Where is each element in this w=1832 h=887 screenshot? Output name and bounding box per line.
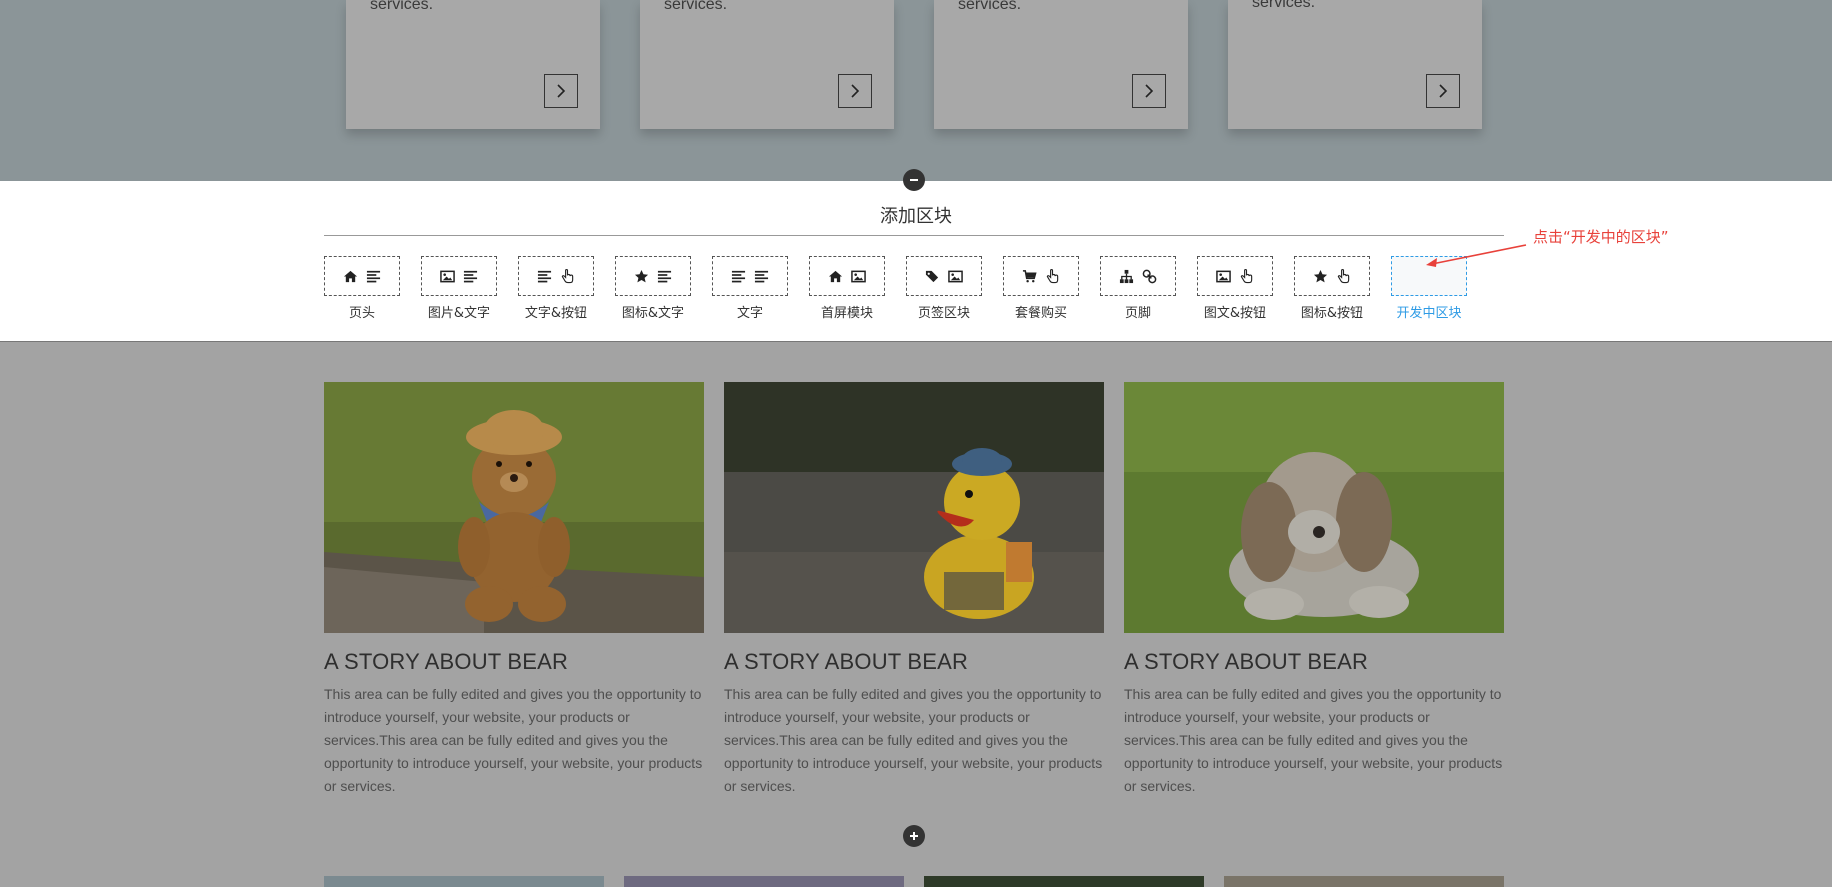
block-option-hero[interactable]: 首屏模块 (808, 256, 886, 321)
story-image-duck (724, 382, 1104, 633)
block-option-icon-button[interactable]: 图标&按钮 (1293, 256, 1371, 321)
cart-icon (1022, 269, 1037, 282)
service-card-text: services. (370, 0, 434, 13)
service-card-text: services. (1252, 0, 1316, 11)
align-left-icon (657, 270, 672, 282)
add-block-button[interactable] (903, 825, 925, 847)
service-card-next-button[interactable] (544, 74, 578, 108)
star-icon (1313, 269, 1328, 282)
service-card-text: services. (664, 0, 728, 13)
story-title: A STORY ABOUT BEAR (724, 649, 969, 674)
block-option-box[interactable] (1294, 256, 1370, 296)
story-card: A STORY ABOUT BEAR This area can be full… (724, 382, 1104, 798)
block-option-box[interactable] (1197, 256, 1273, 296)
star-icon (634, 269, 649, 282)
chevron-right-icon (1439, 84, 1448, 98)
hand-pointer-icon (1240, 268, 1253, 283)
block-option-text-button[interactable]: 文字&按钮 (517, 256, 595, 321)
annotation-arrow (1426, 244, 1527, 267)
divider (324, 235, 1504, 236)
story-card: A STORY ABOUT BEAR This area can be full… (324, 382, 704, 798)
thumbnail-image (324, 876, 604, 887)
block-option-label: 页头 (348, 306, 375, 321)
block-option-label: 首屏模块 (820, 306, 873, 321)
hand-pointer-icon (1337, 268, 1350, 283)
tags-icon (925, 270, 939, 282)
sitemap-icon (1119, 269, 1134, 283)
align-left-icon (754, 270, 769, 282)
align-left-icon (463, 270, 478, 282)
image-icon (948, 270, 963, 282)
align-left-icon (366, 270, 381, 282)
thumbnail-image (624, 876, 904, 887)
minus-circle-icon (910, 179, 918, 181)
block-option-box[interactable] (1100, 256, 1176, 296)
block-option-box[interactable] (1003, 256, 1079, 296)
block-option-footer[interactable]: 页脚 (1099, 256, 1177, 321)
thumbnail-image (1224, 876, 1504, 887)
block-option-header[interactable]: 页头 (323, 256, 401, 321)
block-option-label: 图标&文字 (621, 306, 685, 321)
block-option-label: 页签区块 (917, 306, 970, 321)
block-option-box[interactable] (712, 256, 788, 296)
home-icon (343, 270, 358, 282)
story-title: A STORY ABOUT BEAR (324, 649, 569, 674)
block-option-text[interactable]: 文字 (711, 256, 789, 321)
block-option-box[interactable] (421, 256, 497, 296)
thumbnail-image (924, 876, 1204, 887)
block-option-label: 图片&文字 (427, 306, 491, 321)
service-card-next-button[interactable] (1426, 74, 1460, 108)
image-icon (440, 270, 455, 282)
hand-pointer-icon (561, 268, 574, 283)
add-block-panel: 添加区块 页头 图片&文字 文字&按钮 图标&文字 文字 首屏模块 页签区块 套… (0, 181, 1832, 342)
block-option-box[interactable] (809, 256, 885, 296)
home-icon (828, 270, 843, 282)
story-body: This area can be fully edited and gives … (724, 686, 1103, 794)
block-option-image-button[interactable]: 图文&按钮 (1196, 256, 1274, 321)
block-option-tabs[interactable]: 页签区块 (905, 256, 983, 321)
block-option-label: 开发中区块 (1396, 306, 1462, 321)
block-option-box[interactable] (324, 256, 400, 296)
collapse-add-panel-button[interactable] (903, 169, 925, 191)
service-card-next-button[interactable] (1132, 74, 1166, 108)
block-option-box[interactable] (615, 256, 691, 296)
services-section: services. services. services. services. (0, 0, 1832, 181)
service-card-text: services. (958, 0, 1022, 13)
block-option-label: 套餐购买 (1014, 306, 1067, 321)
block-option-label: 文字 (736, 306, 763, 321)
block-option-box[interactable] (906, 256, 982, 296)
annotation-text: 点击“开发中的区块” (1533, 228, 1669, 246)
align-left-icon (731, 270, 746, 282)
service-card-next-button[interactable] (838, 74, 872, 108)
plus-circle-icon (910, 832, 918, 840)
block-option-icon-text[interactable]: 图标&文字 (614, 256, 692, 321)
story-image-dog (1124, 382, 1504, 633)
image-icon (1216, 270, 1231, 282)
chevron-right-icon (851, 84, 860, 98)
story-card: A STORY ABOUT BEAR This area can be full… (1124, 382, 1504, 798)
chevron-right-icon (1145, 84, 1154, 98)
service-card: services. (1228, 0, 1482, 129)
story-body: This area can be fully edited and gives … (1124, 686, 1503, 794)
story-image-bear (324, 382, 704, 633)
align-left-icon (537, 270, 552, 282)
service-card: services. (934, 0, 1188, 129)
block-option-label: 图标&按钮 (1300, 306, 1364, 321)
story-title: A STORY ABOUT BEAR (1124, 649, 1369, 674)
service-card: services. (640, 0, 894, 129)
story-body: This area can be fully edited and gives … (324, 686, 703, 794)
block-option-image-text[interactable]: 图片&文字 (420, 256, 498, 321)
image-icon (851, 270, 866, 282)
service-card: services. (346, 0, 600, 129)
add-block-title: 添加区块 (880, 206, 952, 227)
block-option-box[interactable] (518, 256, 594, 296)
block-option-label: 页脚 (1124, 306, 1151, 321)
block-option-purchase[interactable]: 套餐购买 (1002, 256, 1080, 321)
block-option-label: 图文&按钮 (1203, 306, 1267, 321)
chevron-right-icon (557, 84, 566, 98)
block-option-label: 文字&按钮 (524, 306, 588, 321)
hand-pointer-icon (1046, 268, 1059, 283)
link-icon (1142, 269, 1157, 283)
